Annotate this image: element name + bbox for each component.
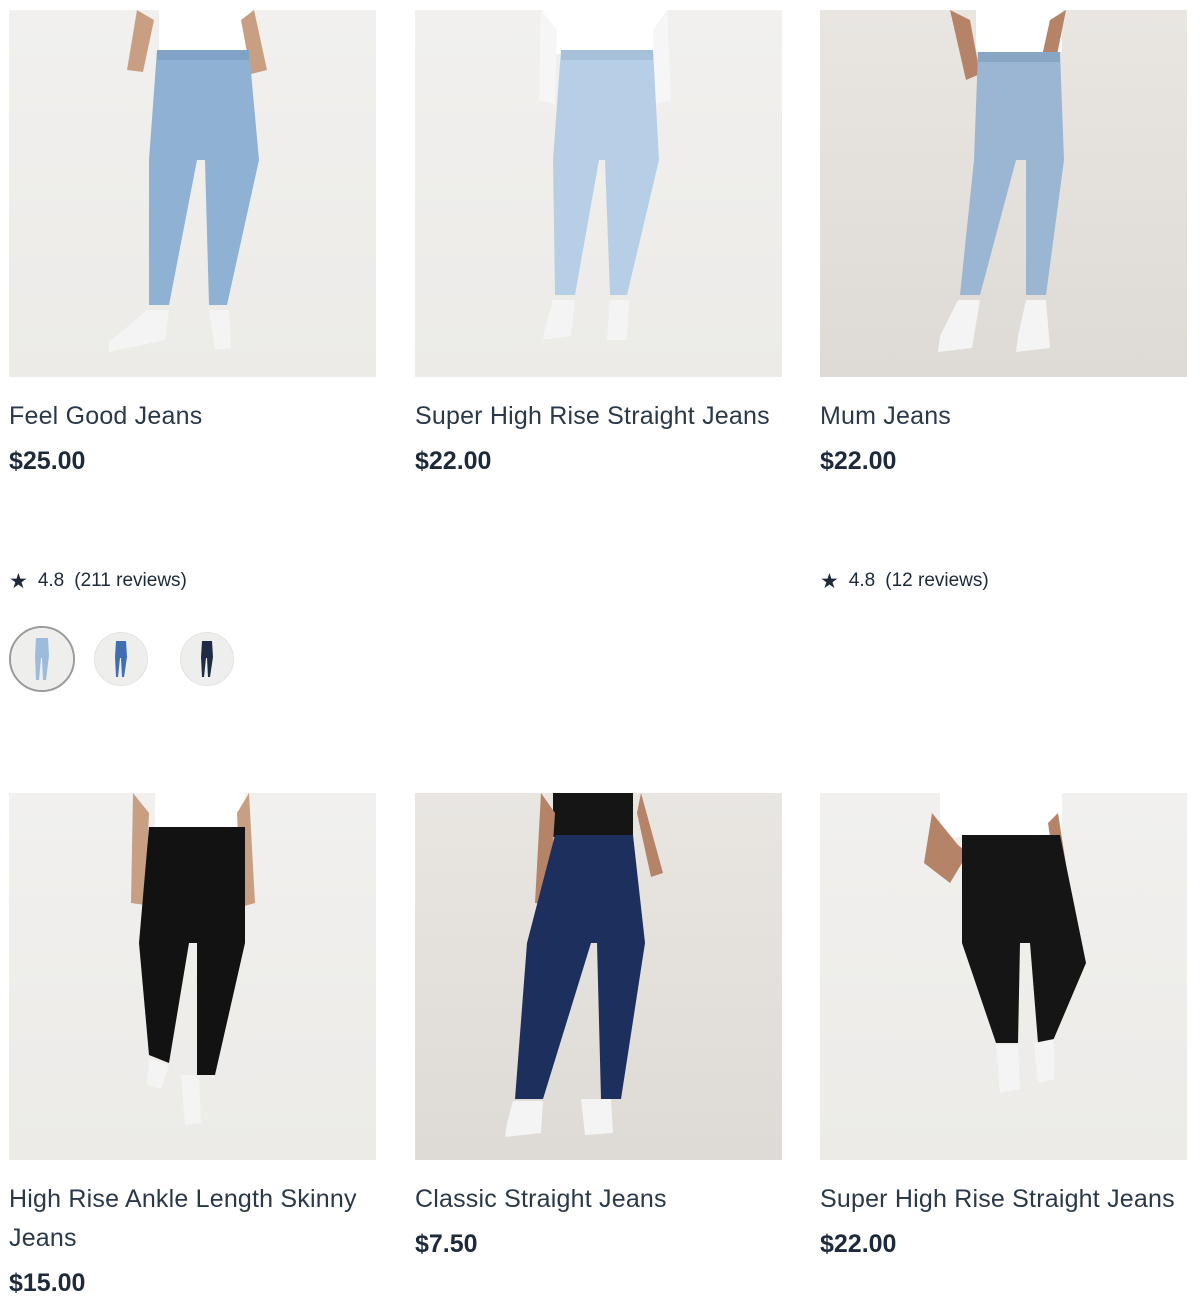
- product-name[interactable]: Mum Jeans: [820, 397, 1188, 436]
- product-name[interactable]: Feel Good Jeans: [9, 397, 377, 436]
- product-card[interactable]: Super High Rise Straight Jeans $22.00: [820, 793, 1188, 1259]
- swatch-dark-indigo[interactable]: [180, 632, 234, 686]
- product-card[interactable]: Mum Jeans $22.00 ★ 4.8 (12 reviews): [820, 10, 1188, 610]
- product-image[interactable]: [415, 10, 782, 377]
- product-image[interactable]: [9, 793, 376, 1160]
- product-price: $22.00: [415, 447, 492, 475]
- review-count[interactable]: (211 reviews): [74, 570, 187, 592]
- rating-value: 4.8: [37, 570, 65, 591]
- product-image[interactable]: [820, 10, 1187, 377]
- product-name[interactable]: Super High Rise Straight Jeans: [415, 397, 783, 436]
- product-price: $22.00: [820, 1230, 897, 1258]
- product-rating: ★ 4.8 (211 reviews): [9, 570, 187, 592]
- product-image[interactable]: [415, 793, 782, 1160]
- product-image[interactable]: [820, 793, 1187, 1160]
- product-price: $22.00: [820, 447, 897, 475]
- color-swatches: [9, 626, 266, 692]
- swatch-mid-blue[interactable]: [94, 632, 148, 686]
- product-card[interactable]: Classic Straight Jeans $7.50: [415, 793, 783, 1259]
- review-count[interactable]: (12 reviews): [885, 570, 988, 592]
- star-icon: ★: [9, 569, 28, 593]
- product-rating: ★ 4.8 (12 reviews): [820, 570, 989, 592]
- swatch-light-wash[interactable]: [9, 626, 75, 692]
- product-name[interactable]: Classic Straight Jeans: [415, 1180, 783, 1219]
- product-name[interactable]: High Rise Ankle Length Skinny Jeans: [9, 1180, 377, 1258]
- product-grid: Feel Good Jeans $25.00 ★ 4.8 (211 review…: [0, 0, 1200, 1315]
- product-card[interactable]: High Rise Ankle Length Skinny Jeans $15.…: [9, 793, 377, 1298]
- product-price: $25.00: [9, 447, 86, 475]
- star-icon: ★: [820, 569, 839, 593]
- product-name[interactable]: Super High Rise Straight Jeans: [820, 1180, 1188, 1219]
- product-price: $15.00: [9, 1269, 86, 1297]
- product-card[interactable]: Feel Good Jeans $25.00 ★ 4.8 (211 review…: [9, 10, 377, 710]
- product-card[interactable]: Super High Rise Straight Jeans $22.00: [415, 10, 783, 476]
- product-price: $7.50: [415, 1230, 478, 1258]
- product-image[interactable]: [9, 10, 376, 377]
- rating-value: 4.8: [848, 570, 876, 591]
